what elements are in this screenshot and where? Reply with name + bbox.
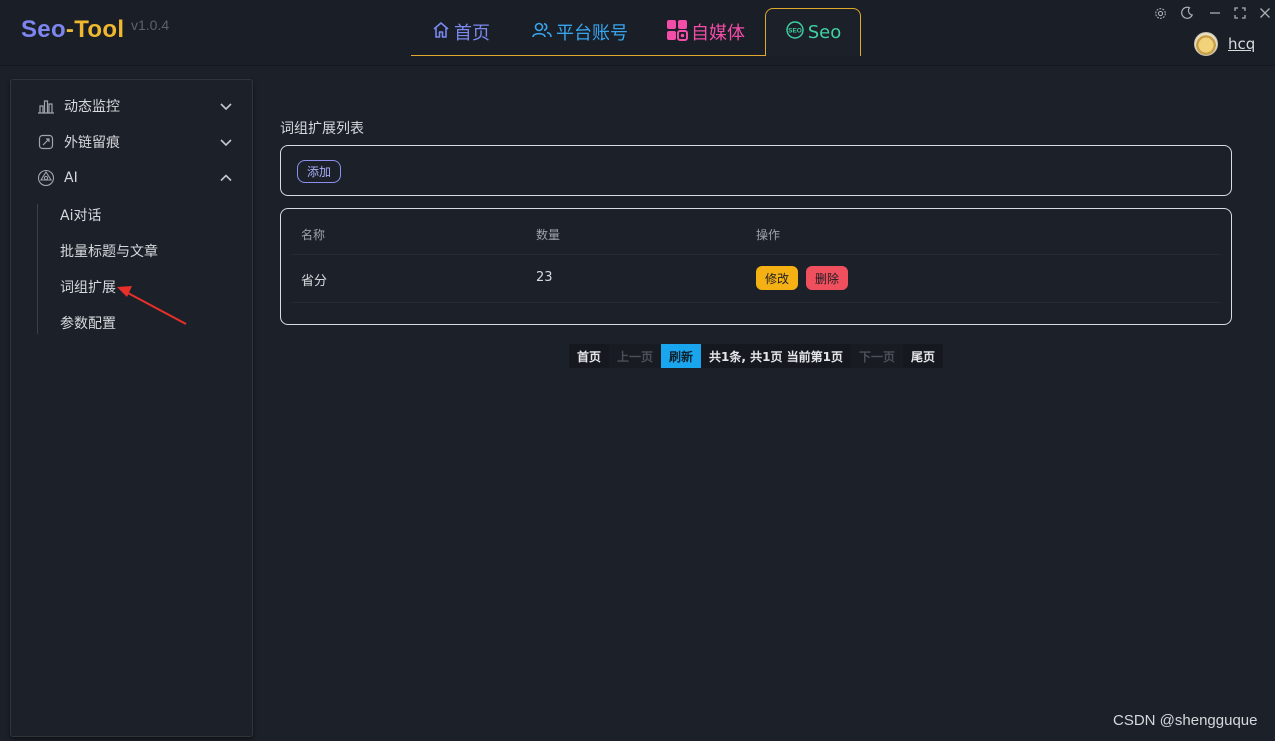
column-header-actions: 操作	[756, 228, 781, 242]
grid-icon	[666, 19, 688, 46]
avatar	[1194, 32, 1218, 56]
sidebar-item-monitor[interactable]: 动态监控	[11, 88, 252, 124]
sidebar-item-ai[interactable]: AI	[11, 160, 252, 196]
submenu-line	[37, 204, 38, 334]
page-title: 词组扩展列表	[280, 121, 364, 137]
cell-name: 省分	[301, 274, 328, 289]
tab-self-media-label: 自媒体	[691, 23, 745, 44]
sidebar-subitem-ai-chat[interactable]: Ai对话	[60, 205, 101, 225]
tab-home-label: 首页	[454, 23, 490, 44]
chevron-up-icon	[219, 171, 233, 185]
link-icon	[37, 133, 55, 151]
tab-self-media[interactable]: 自媒体	[666, 8, 745, 56]
sidebar-item-label: AI	[64, 170, 78, 186]
pager-info: 共1条, 共1页 当前第1页	[701, 344, 852, 368]
row-divider	[291, 302, 1221, 303]
user-profile[interactable]: hcq	[1194, 32, 1255, 56]
chart-icon	[37, 97, 55, 115]
sidebar-item-backlinks[interactable]: 外链留痕	[11, 124, 252, 160]
logo-seo-text: Seo	[21, 16, 66, 43]
logo-dash-text: -	[65, 16, 75, 43]
data-table: 名称 数量 操作 省分 23 修改 删除	[280, 208, 1232, 325]
chevron-down-icon	[219, 135, 233, 149]
toolbar-card: 添加	[280, 145, 1232, 196]
sidebar-item-label: 动态监控	[64, 99, 120, 115]
edit-button[interactable]: 修改	[756, 266, 799, 290]
close-icon[interactable]	[1257, 4, 1273, 22]
pager-last-button[interactable]: 尾页	[903, 344, 944, 368]
moon-icon[interactable]	[1179, 4, 1195, 22]
username[interactable]: hcq	[1228, 35, 1255, 53]
row-divider	[291, 254, 1221, 255]
settings-icon[interactable]	[1152, 4, 1168, 22]
pager-next-button[interactable]: 下一页	[851, 344, 904, 368]
red-arrow-annotation	[117, 286, 187, 325]
top-tabs: 首页 平台账号 自媒体 SEO Seo	[411, 8, 861, 56]
pager-prev-button[interactable]: 上一页	[609, 344, 662, 368]
app-header: Seo-Tool v1.0.4 首页 平台账号 自媒体 SEO Seo hcq	[0, 0, 1275, 66]
ai-icon	[37, 169, 55, 187]
tab-seo-label: Seo	[807, 22, 842, 43]
sidebar-subitem-params[interactable]: 参数配置	[60, 313, 116, 333]
seo-icon: SEO	[785, 20, 805, 45]
pager-refresh-button[interactable]: 刷新	[661, 344, 702, 368]
app-version: v1.0.4	[131, 17, 170, 33]
app-logo: Seo-Tool	[21, 16, 124, 44]
home-icon	[431, 20, 451, 45]
chevron-down-icon	[219, 99, 233, 113]
tab-platform-account[interactable]: 平台账号	[531, 8, 628, 56]
tab-home[interactable]: 首页	[431, 8, 490, 56]
tab-platform-account-label: 平台账号	[556, 23, 628, 44]
tab-seo[interactable]: SEO Seo	[765, 8, 861, 56]
minimize-icon[interactable]	[1207, 4, 1223, 22]
add-button[interactable]: 添加	[297, 160, 342, 183]
sidebar-subitem-phrase-expand[interactable]: 词组扩展	[60, 277, 116, 297]
maximize-icon[interactable]	[1232, 4, 1248, 22]
column-header-name: 名称	[301, 228, 326, 242]
logo-tool-text: Tool	[74, 16, 125, 43]
pagination: 首页 上一页 刷新 共1条, 共1页 当前第1页 下一页 尾页	[569, 344, 944, 368]
pager-first-button[interactable]: 首页	[569, 344, 610, 368]
delete-button[interactable]: 删除	[806, 266, 849, 290]
cell-count: 23	[536, 270, 553, 285]
watermark: CSDN @shengguque	[1113, 712, 1258, 729]
svg-text:SEO: SEO	[788, 28, 802, 35]
column-header-count: 数量	[536, 228, 561, 242]
users-icon	[531, 20, 553, 45]
sidebar: 动态监控 外链留痕 AI Ai对话 批量标题与文章 词组扩展 参数配置	[10, 79, 253, 737]
sidebar-item-label: 外链留痕	[64, 135, 120, 151]
sidebar-subitem-batch-title[interactable]: 批量标题与文章	[60, 241, 158, 261]
